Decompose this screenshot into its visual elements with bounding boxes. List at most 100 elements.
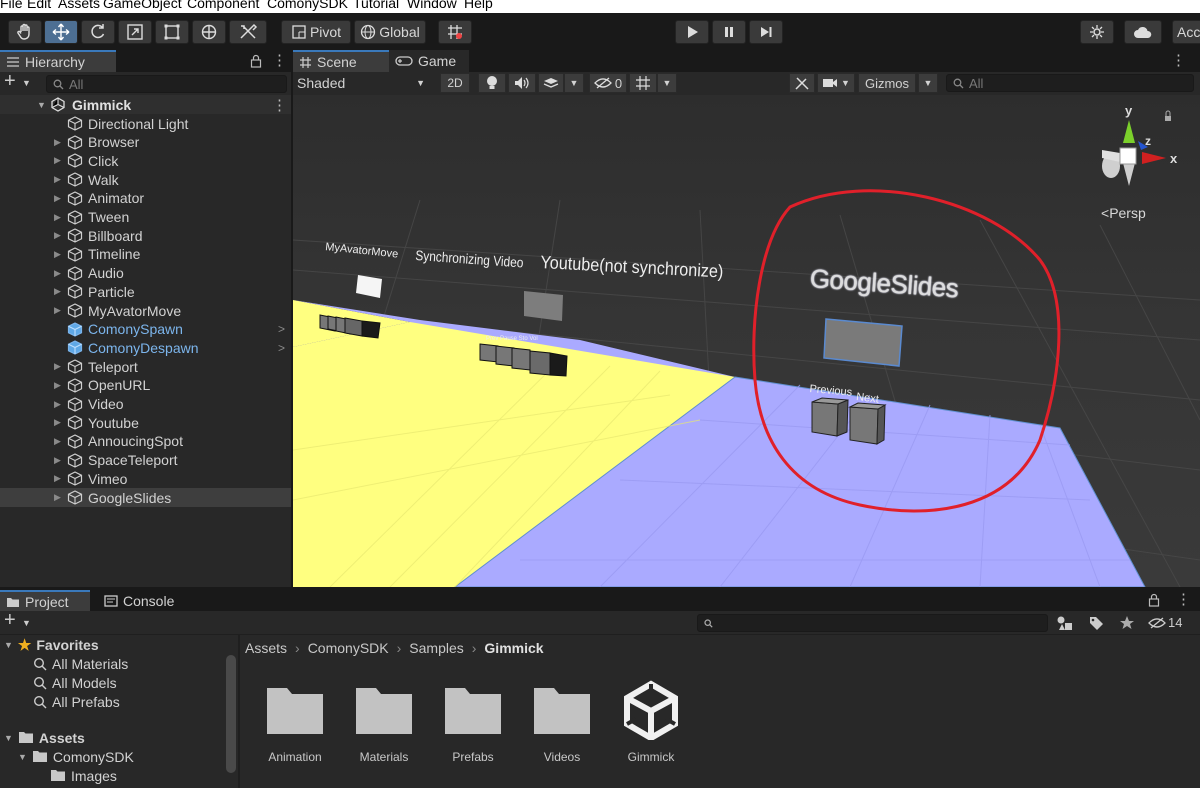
- hierarchy-item-myavatormove[interactable]: ▶ MyAvatorMove: [0, 301, 291, 320]
- hierarchy-item-youtube[interactable]: ▶ Youtube: [0, 413, 291, 432]
- hierarchy-item-annoucingspot[interactable]: ▶ AnnoucingSpot: [0, 432, 291, 451]
- menu-comonysdk[interactable]: ComonySDK: [267, 0, 348, 11]
- camera-settings-button[interactable]: ▼: [817, 73, 855, 93]
- expand-arrow-icon[interactable]: ▶: [54, 249, 61, 260]
- transform-tool-button[interactable]: [192, 20, 226, 44]
- favorite-all-prefabs[interactable]: All Prefabs: [33, 692, 120, 711]
- lock-icon[interactable]: [250, 54, 262, 68]
- grid-dropdown[interactable]: ▼: [657, 73, 677, 93]
- breadcrumb-item[interactable]: Assets: [245, 640, 287, 656]
- hierarchy-item-animator[interactable]: ▶ Animator: [0, 189, 291, 208]
- pause-button[interactable]: [712, 20, 746, 44]
- tab-hierarchy[interactable]: Hierarchy: [0, 50, 116, 72]
- asset-folder-animation[interactable]: Animation: [255, 676, 335, 764]
- expand-arrow-icon[interactable]: ▶: [54, 417, 61, 428]
- expand-arrow-icon[interactable]: ▶: [54, 436, 61, 447]
- expand-arrow-icon[interactable]: ▼: [37, 100, 46, 110]
- add-icon[interactable]: +: [4, 609, 16, 632]
- menu-edit[interactable]: Edit: [27, 0, 51, 11]
- hierarchy-item-tween[interactable]: ▶ Tween: [0, 208, 291, 227]
- menu-help[interactable]: Help: [464, 0, 493, 11]
- breadcrumb-current[interactable]: Gimmick: [484, 640, 543, 656]
- expand-arrow-icon[interactable]: ▶: [54, 361, 61, 372]
- hierarchy-root[interactable]: ▼ Gimmick ⋮: [0, 95, 291, 114]
- hierarchy-item-audio[interactable]: ▶ Audio: [0, 264, 291, 283]
- menu-tutorial[interactable]: Tutorial: [353, 0, 399, 11]
- scene-menu-icon[interactable]: ⋮: [1171, 51, 1186, 69]
- scene-search-input[interactable]: All: [946, 74, 1194, 92]
- hidden-objects-toggle[interactable]: 0: [589, 73, 627, 93]
- hidden-packages-toggle[interactable]: 14: [1148, 615, 1182, 630]
- expand-arrow-icon[interactable]: ▶: [54, 455, 61, 466]
- effects-toggle[interactable]: [538, 73, 564, 93]
- grid-snap-button[interactable]: [438, 20, 472, 44]
- expand-arrow-icon[interactable]: ▶: [54, 380, 61, 391]
- asset-folder-materials[interactable]: Materials: [344, 676, 424, 764]
- expand-arrow-icon[interactable]: ▶: [54, 492, 61, 503]
- global-toggle[interactable]: Global: [354, 20, 426, 44]
- tab-console[interactable]: Console: [98, 590, 184, 612]
- project-search-input[interactable]: [697, 614, 1048, 632]
- hierarchy-item-walk[interactable]: ▶ Walk: [0, 170, 291, 189]
- hierarchy-item-comonyspawn[interactable]: ComonySpawn >: [0, 320, 291, 339]
- tab-scene[interactable]: Scene: [293, 50, 389, 72]
- chevron-down-icon[interactable]: ▼: [22, 618, 31, 628]
- asset-scene-gimmick[interactable]: Gimmick: [611, 676, 691, 764]
- expand-arrow-icon[interactable]: ▶: [54, 473, 61, 484]
- tree-scrollbar[interactable]: [226, 655, 236, 773]
- root-menu-icon[interactable]: ⋮: [272, 96, 287, 114]
- custom-tool-button[interactable]: [229, 20, 267, 44]
- add-icon[interactable]: +: [4, 70, 16, 93]
- hierarchy-item-billboard[interactable]: ▶ Billboard: [0, 226, 291, 245]
- move-tool-button[interactable]: [44, 20, 78, 44]
- hand-tool-button[interactable]: [8, 20, 42, 44]
- pivot-toggle[interactable]: Pivot: [281, 20, 351, 44]
- scene-viewport[interactable]: Prev Pause Sto Vol MyAvatorMove Synchron…: [293, 95, 1200, 587]
- chevron-down-icon[interactable]: ▼: [22, 78, 31, 88]
- comonysdk-folder[interactable]: ▼ ComonySDK: [18, 747, 134, 766]
- effects-dropdown[interactable]: ▼: [564, 73, 584, 93]
- hierarchy-item-googleslides[interactable]: ▶ GoogleSlides: [0, 488, 291, 507]
- menu-gameobject[interactable]: GameObject: [103, 0, 182, 11]
- breadcrumb-item[interactable]: Samples: [409, 640, 463, 656]
- hierarchy-item-comonydespawn[interactable]: ComonyDespawn >: [0, 338, 291, 357]
- star-icon[interactable]: [1119, 615, 1135, 631]
- expand-arrow-icon[interactable]: ▶: [54, 137, 61, 148]
- persp-toggle[interactable]: <Persp: [1101, 205, 1146, 221]
- expand-arrow-icon[interactable]: ▶: [54, 174, 61, 185]
- hierarchy-search-input[interactable]: All: [46, 75, 287, 93]
- hierarchy-item-spaceteleport[interactable]: ▶ SpaceTeleport: [0, 451, 291, 470]
- hierarchy-item-video[interactable]: ▶ Video: [0, 395, 291, 414]
- expand-arrow-icon[interactable]: ▶: [54, 305, 61, 316]
- favorites-header[interactable]: ▼ ★ Favorites: [4, 635, 99, 654]
- shading-mode-dropdown[interactable]: Shaded ▼: [293, 73, 433, 94]
- play-button[interactable]: [675, 20, 709, 44]
- expand-arrow-icon[interactable]: ▶: [54, 286, 61, 297]
- panel-menu-icon[interactable]: ⋮: [272, 51, 287, 69]
- hierarchy-item-teleport[interactable]: ▶ Teleport: [0, 357, 291, 376]
- menu-file[interactable]: File: [0, 0, 23, 11]
- rect-tool-button[interactable]: [155, 20, 189, 44]
- asset-folder-videos[interactable]: Videos: [522, 676, 602, 764]
- menu-component[interactable]: Component: [187, 0, 259, 11]
- audio-toggle[interactable]: [508, 73, 536, 93]
- menu-assets[interactable]: Assets: [58, 0, 100, 11]
- gizmos-dropdown[interactable]: ▼: [918, 73, 938, 93]
- grid-toggle[interactable]: [629, 73, 657, 93]
- assets-tree-root[interactable]: ▼ Assets: [4, 728, 85, 747]
- search-by-type-icon[interactable]: [1056, 615, 1074, 631]
- chevron-right-icon[interactable]: >: [278, 322, 285, 336]
- lock-icon[interactable]: [1148, 593, 1160, 607]
- expand-arrow-icon[interactable]: ▶: [54, 155, 61, 166]
- expand-arrow-icon[interactable]: ▶: [54, 212, 61, 223]
- hierarchy-item-particle[interactable]: ▶ Particle: [0, 282, 291, 301]
- favorite-all-materials[interactable]: All Materials: [33, 654, 128, 673]
- expand-arrow-icon[interactable]: ▶: [54, 268, 61, 279]
- favorite-all-models[interactable]: All Models: [33, 673, 117, 692]
- scene-tools-button[interactable]: [789, 73, 815, 93]
- hierarchy-item-click[interactable]: ▶ Click: [0, 151, 291, 170]
- cloud-button[interactable]: [1124, 20, 1162, 44]
- scale-tool-button[interactable]: [118, 20, 152, 44]
- services-button[interactable]: [1080, 20, 1114, 44]
- expand-arrow-icon[interactable]: ▶: [54, 193, 61, 204]
